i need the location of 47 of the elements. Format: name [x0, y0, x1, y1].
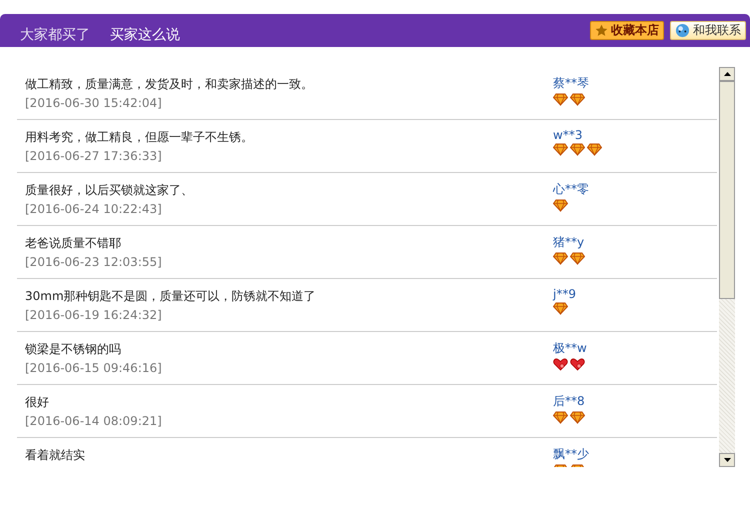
diamond-icon	[553, 143, 568, 156]
review-text: 质量很好，以后买锁就这家了、	[25, 182, 194, 199]
diamond-icon	[553, 302, 568, 315]
review-text: 看着就结实	[25, 447, 86, 464]
review-text: 很好	[25, 394, 50, 411]
diamond-icon	[570, 252, 585, 265]
tab[interactable]: 大家都买了	[10, 26, 100, 47]
buyer-name[interactable]: j**9	[553, 287, 576, 301]
review-text: 老爸说质量不错耶	[25, 235, 122, 252]
review-text: 用料考究，做工精良，但愿一辈子不生锈。	[25, 129, 254, 146]
review-date: [2016-06-24 10:22:43]	[25, 202, 163, 216]
star-icon	[595, 24, 608, 37]
scroll-thumb[interactable]	[719, 81, 735, 299]
buyer-name[interactable]: 蔡**琴	[553, 75, 589, 92]
diamond-icon	[553, 252, 568, 265]
diamond-icon	[587, 143, 602, 156]
tab[interactable]: 买家这么说	[100, 26, 190, 47]
review-date: [2016-06-19 16:24:32]	[25, 308, 163, 322]
favorite-button[interactable]: 收藏本店	[590, 21, 664, 40]
contact-button[interactable]: 和我联系	[670, 21, 746, 40]
diamond-icon	[553, 411, 568, 424]
review-date: [2016-06-30 15:42:04]	[25, 96, 163, 110]
diamond-icon	[570, 411, 585, 424]
scroll-up-button[interactable]	[719, 67, 735, 81]
buyer-name[interactable]: 猪**y	[553, 234, 585, 251]
heart-icon	[553, 358, 568, 371]
review-date: [2016-06-15 09:46:16]	[25, 361, 163, 375]
review-text: 30mm那种钥匙不是圆，质量还可以，防锈就不知道了	[25, 288, 317, 305]
up-arrow-icon	[724, 72, 730, 76]
buyer-name[interactable]: 心**零	[553, 181, 589, 198]
review-text: 做工精致，质量满意，发货及时，和卖家描述的一致。	[25, 76, 314, 93]
review-date: [2016-06-27 17:36:33]	[25, 149, 163, 163]
review-text: 锁梁是不锈钢的吗	[25, 341, 122, 358]
review-date: [2016-06-23 12:03:55]	[25, 255, 163, 269]
diamond-icon	[570, 143, 585, 156]
scrollbar[interactable]	[719, 67, 735, 467]
buyer-name[interactable]: 极**w	[553, 340, 587, 357]
buyer-name[interactable]: w**3	[553, 128, 602, 142]
diamond-icon	[553, 93, 568, 106]
diamond-icon	[553, 199, 568, 212]
heart-icon	[570, 358, 585, 371]
diamond-icon	[570, 93, 585, 106]
buyer-name[interactable]: 飘**少	[553, 446, 589, 463]
down-arrow-icon	[724, 458, 730, 462]
review-date: [2016-06-14 08:09:21]	[25, 414, 163, 428]
scroll-down-button[interactable]	[719, 453, 735, 467]
buyer-name[interactable]: 后**8	[553, 393, 585, 410]
